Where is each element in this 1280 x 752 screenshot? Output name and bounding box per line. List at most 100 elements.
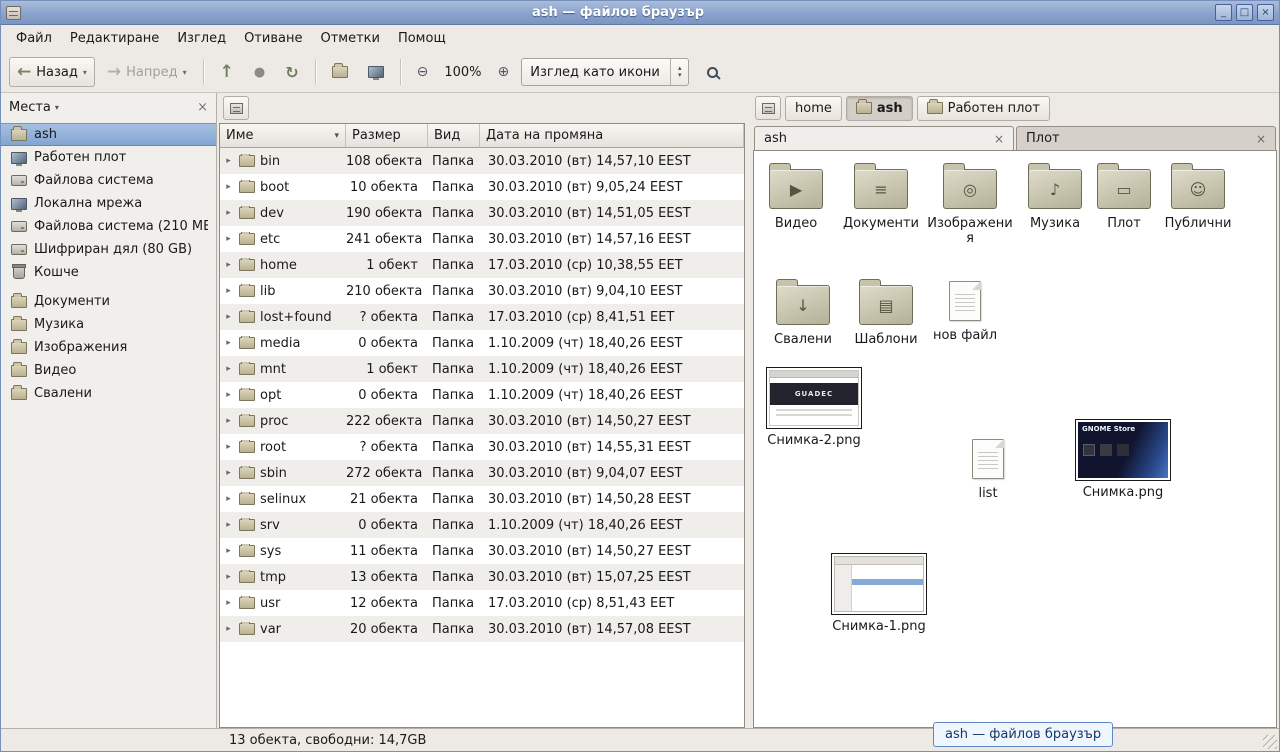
sidebar-item[interactable]: ash bbox=[1, 123, 216, 146]
expander-icon[interactable]: ▸ bbox=[223, 364, 234, 374]
image-item[interactable]: Снимка-1.png bbox=[826, 553, 932, 634]
combo-spinner-icon[interactable]: ▴ ▾ bbox=[670, 59, 688, 85]
zoom-in-button[interactable]: ⊕ bbox=[490, 57, 518, 87]
folder-item[interactable]: ♪Музика bbox=[1020, 161, 1090, 231]
sidebar-item[interactable]: Документи bbox=[1, 290, 216, 313]
folder-item[interactable]: ≡Документи bbox=[838, 161, 924, 231]
expander-icon[interactable]: ▸ bbox=[223, 312, 234, 322]
file-row[interactable]: ▸root? обектаПапка30.03.2010 (вт) 14,55,… bbox=[220, 434, 744, 460]
menu-file[interactable]: Файл bbox=[7, 27, 61, 50]
tab-close-button[interactable]: × bbox=[1256, 132, 1266, 146]
tab-close-button[interactable]: × bbox=[994, 132, 1004, 146]
maximize-button[interactable]: □ bbox=[1236, 4, 1253, 21]
sidebar-item[interactable]: Изображения bbox=[1, 336, 216, 359]
sidebar-item[interactable]: Шифриран дял (80 GB) bbox=[1, 238, 216, 261]
expander-icon[interactable]: ▸ bbox=[223, 598, 234, 608]
file-row[interactable]: ▸srv0 обектаПапка1.10.2009 (чт) 18,40,26… bbox=[220, 512, 744, 538]
expander-icon[interactable]: ▸ bbox=[223, 494, 234, 504]
folder-item[interactable]: ▤Шаблони bbox=[848, 277, 924, 347]
tab-Плот[interactable]: Плот× bbox=[1016, 126, 1276, 150]
home-button[interactable] bbox=[324, 57, 356, 87]
file-row[interactable]: ▸lost+found? обектаПапка17.03.2010 (ср) … bbox=[220, 304, 744, 330]
column-header-type[interactable]: Вид bbox=[428, 124, 480, 148]
tab-ash[interactable]: ash× bbox=[754, 126, 1014, 150]
image-item[interactable]: GNOME StoreСнимка.png bbox=[1070, 419, 1176, 500]
file-row[interactable]: ▸etc241 обектаПапка30.03.2010 (вт) 14,57… bbox=[220, 226, 744, 252]
expander-icon[interactable]: ▸ bbox=[223, 624, 234, 634]
file-row[interactable]: ▸boot10 обектаПапка30.03.2010 (вт) 9,05,… bbox=[220, 174, 744, 200]
file-row[interactable]: ▸dev190 обектаПапка30.03.2010 (вт) 14,51… bbox=[220, 200, 744, 226]
folder-item[interactable]: ↓Свалени bbox=[766, 277, 840, 347]
file-row[interactable]: ▸mnt1 обектПапка1.10.2009 (чт) 18,40,26 … bbox=[220, 356, 744, 382]
folder-item[interactable]: ▭Плот bbox=[1094, 161, 1154, 231]
tree-pane-location-button[interactable] bbox=[223, 96, 249, 120]
column-header-date[interactable]: Дата на промяна bbox=[480, 124, 744, 148]
expander-icon[interactable]: ▸ bbox=[223, 572, 234, 582]
file-row[interactable]: ▸selinux21 обектаПапка30.03.2010 (вт) 14… bbox=[220, 486, 744, 512]
column-header-name[interactable]: Име ▾ bbox=[220, 124, 346, 148]
sidebar-item[interactable]: Музика bbox=[1, 313, 216, 336]
file-row[interactable]: ▸home1 обектПапка17.03.2010 (ср) 10,38,5… bbox=[220, 252, 744, 278]
menu-view[interactable]: Изглед bbox=[168, 27, 235, 50]
resize-grip[interactable] bbox=[1263, 735, 1277, 749]
file-row[interactable]: ▸usr12 обектаПапка17.03.2010 (ср) 8,51,4… bbox=[220, 590, 744, 616]
expander-icon[interactable]: ▸ bbox=[223, 156, 234, 166]
expander-icon[interactable]: ▸ bbox=[223, 286, 234, 296]
expander-icon[interactable]: ▸ bbox=[223, 468, 234, 478]
pathbar-root-button[interactable] bbox=[755, 96, 781, 120]
stop-button[interactable]: ● bbox=[246, 57, 273, 87]
folder-item[interactable]: ☺Публични bbox=[1159, 161, 1237, 231]
path-button[interactable]: Работен плот bbox=[917, 96, 1050, 121]
sidebar-item[interactable]: Файлова система bbox=[1, 169, 216, 192]
file-row[interactable]: ▸proc222 обектаПапка30.03.2010 (вт) 14,5… bbox=[220, 408, 744, 434]
expander-icon[interactable]: ▸ bbox=[223, 260, 234, 270]
sidebar-item[interactable]: Файлова система (210 MB) bbox=[1, 215, 216, 238]
expander-icon[interactable]: ▸ bbox=[223, 390, 234, 400]
back-dropdown-icon[interactable]: ▾ bbox=[83, 68, 87, 77]
menu-edit[interactable]: Редактиране bbox=[61, 27, 168, 50]
file-row[interactable]: ▸bin108 обектаПапка30.03.2010 (вт) 14,57… bbox=[220, 148, 744, 174]
sidebar-item[interactable]: Работен плот bbox=[1, 146, 216, 169]
expander-icon[interactable]: ▸ bbox=[223, 546, 234, 556]
titlebar[interactable]: ash — файлов браузър _ □ × bbox=[1, 1, 1279, 25]
file-row[interactable]: ▸opt0 обектаПапка1.10.2009 (чт) 18,40,26… bbox=[220, 382, 744, 408]
places-chevron-icon[interactable]: ▾ bbox=[55, 103, 59, 112]
places-close-button[interactable]: × bbox=[197, 100, 208, 115]
forward-button[interactable]: → Напред ▾ bbox=[99, 57, 195, 87]
expander-icon[interactable]: ▸ bbox=[223, 520, 234, 530]
expander-icon[interactable]: ▸ bbox=[223, 182, 234, 192]
back-button[interactable]: ← Назад ▾ bbox=[9, 57, 95, 87]
path-button[interactable]: home bbox=[785, 96, 842, 121]
expander-icon[interactable]: ▸ bbox=[223, 338, 234, 348]
file-row[interactable]: ▸tmp13 обектаПапка30.03.2010 (вт) 15,07,… bbox=[220, 564, 744, 590]
sidebar-item[interactable]: Локална мрежа bbox=[1, 192, 216, 215]
folder-item[interactable]: ▶Видео bbox=[762, 161, 830, 231]
file-item[interactable]: нов файл bbox=[932, 277, 998, 343]
view-mode-select[interactable]: Изглед като икони ▴ ▾ bbox=[521, 58, 689, 86]
path-button[interactable]: ash bbox=[846, 96, 913, 121]
image-item[interactable]: GUADECСнимка-2.png bbox=[762, 367, 866, 448]
computer-button[interactable] bbox=[360, 57, 392, 87]
expander-icon[interactable]: ▸ bbox=[223, 416, 234, 426]
close-button[interactable]: × bbox=[1257, 4, 1274, 21]
expander-icon[interactable]: ▸ bbox=[223, 442, 234, 452]
zoom-out-button[interactable]: ⊖ bbox=[409, 57, 437, 87]
expander-icon[interactable]: ▸ bbox=[223, 234, 234, 244]
sidebar-item[interactable]: Кошче bbox=[1, 261, 216, 284]
file-row[interactable]: ▸sys11 обектаПапка30.03.2010 (вт) 14,50,… bbox=[220, 538, 744, 564]
file-row[interactable]: ▸lib210 обектаПапка30.03.2010 (вт) 9,04,… bbox=[220, 278, 744, 304]
expander-icon[interactable]: ▸ bbox=[223, 208, 234, 218]
menu-go[interactable]: Отиване bbox=[235, 27, 311, 50]
folder-item[interactable]: ◎Изображения bbox=[926, 161, 1014, 246]
sidebar-item[interactable]: Свалени bbox=[1, 382, 216, 405]
column-header-size[interactable]: Размер bbox=[346, 124, 428, 148]
file-row[interactable]: ▸var20 обектаПапка30.03.2010 (вт) 14,57,… bbox=[220, 616, 744, 642]
search-button[interactable] bbox=[699, 57, 726, 87]
up-button[interactable]: ↑ bbox=[212, 57, 242, 87]
file-row[interactable]: ▸media0 обектаПапка1.10.2009 (чт) 18,40,… bbox=[220, 330, 744, 356]
sidebar-item[interactable]: Видео bbox=[1, 359, 216, 382]
menu-help[interactable]: Помощ bbox=[389, 27, 455, 50]
reload-button[interactable]: ↻ bbox=[277, 57, 306, 87]
minimize-button[interactable]: _ bbox=[1215, 4, 1232, 21]
file-item[interactable]: list bbox=[958, 435, 1018, 501]
